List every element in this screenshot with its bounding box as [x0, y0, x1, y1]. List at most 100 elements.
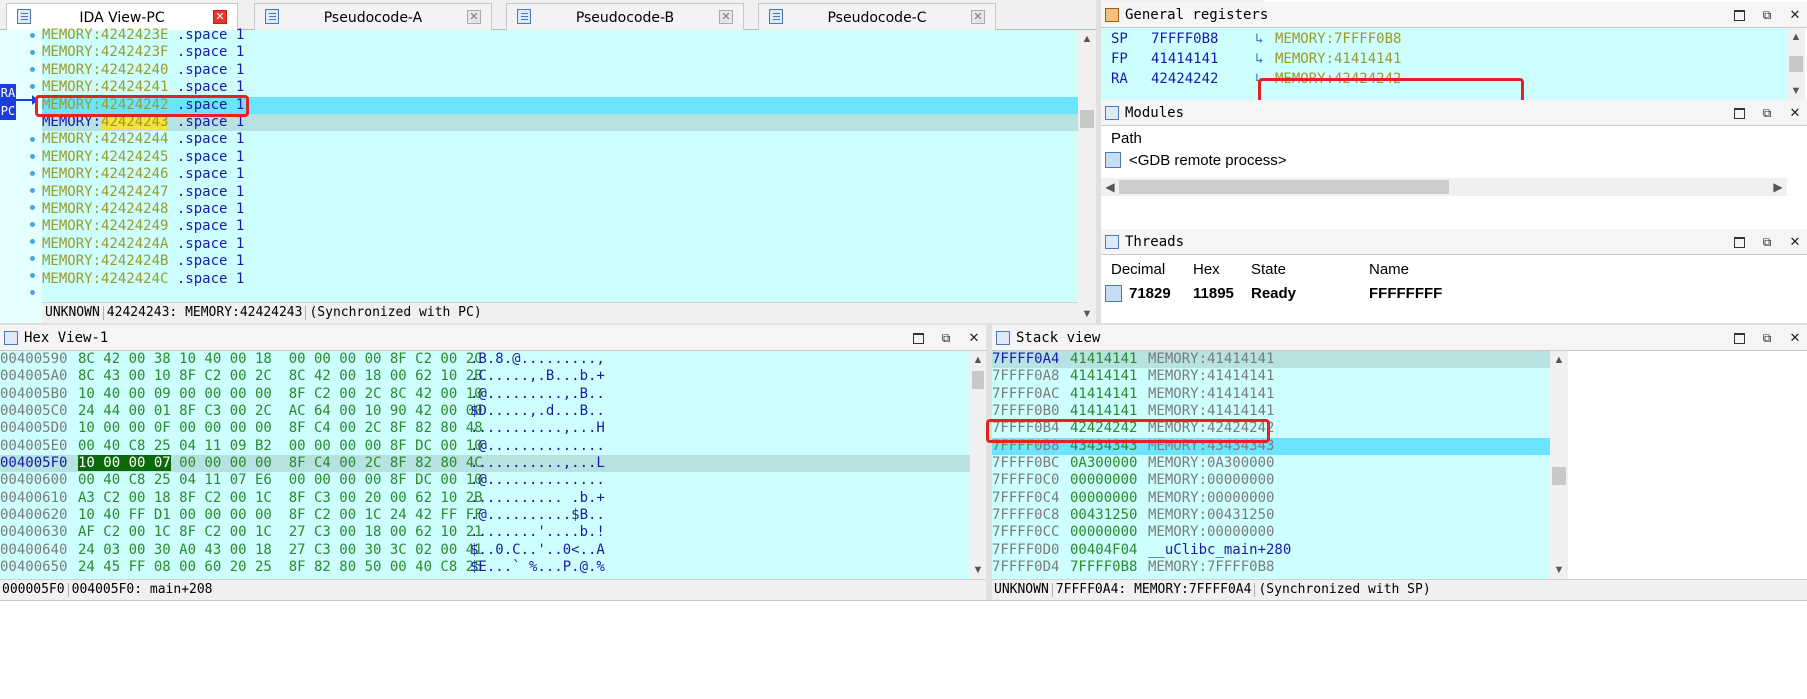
close-tab-icon[interactable]: ✕: [719, 10, 733, 24]
stack-target[interactable]: MEMORY:41414141: [1148, 351, 1274, 368]
stack-listing[interactable]: 7FFFF0A4 41414141 MEMORY:41414141 7FFFF0A8…: [992, 351, 1550, 579]
listing-row[interactable]: MEMORY:4242423F .space 1: [42, 44, 1078, 61]
float-window-icon[interactable]: [938, 329, 954, 347]
stack-row[interactable]: 7FFFF0D0 00404F04 __uClibc_main+280: [992, 542, 1550, 559]
register-target[interactable]: MEMORY:42424242: [1275, 71, 1401, 87]
thread-name[interactable]: FFFFFFFF: [1369, 285, 1442, 302]
listing-row[interactable]: MEMORY:4242424A .space 1: [42, 236, 1078, 253]
stack-row-current-sp[interactable]: 7FFFF0B8 43434343 MEMORY:43434343: [992, 438, 1550, 456]
close-icon[interactable]: [1787, 6, 1803, 24]
close-tab-icon[interactable]: ✕: [213, 10, 227, 24]
scroll-right-icon[interactable]: ▶: [1769, 178, 1787, 196]
scroll-thumb[interactable]: [1552, 467, 1566, 485]
listing-row-current-pc[interactable]: MEMORY:42424242 .space 1: [42, 97, 1078, 114]
stack-target[interactable]: MEMORY:41414141: [1148, 386, 1274, 403]
stack-target[interactable]: MEMORY:41414141: [1148, 368, 1274, 385]
stack-target[interactable]: MEMORY:00000000: [1148, 490, 1274, 507]
thread-hex[interactable]: 11895: [1193, 285, 1234, 302]
stack-row[interactable]: 7FFFF0B4 42424242 MEMORY:42424242: [992, 420, 1550, 437]
breakpoint-dot-icon[interactable]: [30, 256, 35, 261]
hex-dump[interactable]: 00400590 8C 42 00 38 10 40 00 18 00 00 00…: [0, 351, 970, 579]
hex-ascii[interactable]: .@..............: [470, 438, 605, 455]
ida-view-listing[interactable]: MEMORY:4242423E .space 1 MEMORY:4242423F…: [42, 27, 1078, 302]
stack-target[interactable]: MEMORY:41414141: [1148, 403, 1274, 420]
breakpoint-dot-icon[interactable]: [30, 239, 35, 244]
listing-row[interactable]: MEMORY:42424247 .space 1: [42, 184, 1078, 201]
scroll-up-icon[interactable]: ▲: [1550, 351, 1568, 369]
listing-row[interactable]: MEMORY:42424246 .space 1: [42, 166, 1078, 183]
listing-row[interactable]: MEMORY:42424245 .space 1: [42, 149, 1078, 166]
hex-ascii[interactable]: ........... .b.+: [470, 490, 605, 507]
scroll-thumb[interactable]: [1119, 180, 1449, 194]
hex-ascii[interactable]: .@..........$B..: [470, 507, 605, 524]
stack-target[interactable]: MEMORY:42424242: [1148, 420, 1274, 437]
scroll-thumb[interactable]: [1789, 56, 1803, 72]
float-window-icon[interactable]: [1759, 104, 1775, 122]
hex-bytes[interactable]: 00 40 C8 25 04 11 07 E6 00 00 00 00 8F D…: [78, 472, 483, 489]
stack-row[interactable]: 7FFFF0C8 00431250 MEMORY:00431250: [992, 507, 1550, 524]
stack-row[interactable]: 7FFFF0A8 41414141 MEMORY:41414141: [992, 368, 1550, 385]
hex-ascii[interactable]: ...........,...H: [470, 420, 605, 437]
hex-ascii[interactable]: ...........,...L: [470, 455, 605, 472]
hex-ascii[interactable]: ........'....b.!: [470, 524, 605, 541]
listing-row[interactable]: MEMORY:42424240 .space 1: [42, 62, 1078, 79]
breakpoint-dot-icon[interactable]: [30, 154, 35, 159]
hex-row[interactable]: 00400610 A3 C2 00 18 8F C2 00 1C 8F C3 00…: [0, 490, 970, 507]
hex-bytes[interactable]: A3 C2 00 18 8F C2 00 1C 8F C3 00 20 00 6…: [78, 490, 483, 507]
hex-row[interactable]: 004005B0 10 40 00 09 00 00 00 00 8F C2 00…: [0, 386, 970, 403]
hex-ascii[interactable]: $..0.C..'..0<..A: [470, 542, 605, 559]
maximize-icon[interactable]: [1731, 6, 1747, 24]
hex-ascii[interactable]: $E...` %...P.@.%: [470, 559, 605, 576]
hex-bytes[interactable]: 10 00 00 0F 00 00 00 00 8F C4 00 2C 8F 8…: [78, 420, 483, 437]
close-tab-icon[interactable]: ✕: [467, 10, 481, 24]
listing-row[interactable]: MEMORY:42424249 .space 1: [42, 218, 1078, 235]
float-window-icon[interactable]: [1759, 233, 1775, 251]
maximize-icon[interactable]: [1731, 104, 1747, 122]
breakpoint-dot-icon[interactable]: [30, 67, 35, 72]
registers-list[interactable]: SP 7FFFF0B8 ↳ MEMORY:7FFFF0B8 FP 41414141 ↳ ME…: [1101, 28, 1787, 100]
maximize-icon[interactable]: [1731, 329, 1747, 347]
close-icon[interactable]: [966, 329, 982, 347]
thread-decimal[interactable]: 71829: [1129, 285, 1171, 302]
modules-horizontal-scrollbar[interactable]: ◀ ▶: [1101, 178, 1787, 196]
breakpoint-dot-icon[interactable]: [30, 222, 35, 227]
scroll-thumb[interactable]: [972, 371, 984, 389]
hex-bytes[interactable]: 00 40 C8 25 04 11 09 B2 00 00 00 00 8F D…: [78, 438, 483, 455]
stack-row[interactable]: 7FFFF0CC 00000000 MEMORY:00000000: [992, 524, 1550, 541]
hex-row-selected[interactable]: 004005F0 10 00 00 07 00 00 00 00 8F C4 00…: [0, 455, 970, 473]
hex-bytes[interactable]: 00 00 00 00 8F C4 00 2C 8F 82 80 4C: [171, 455, 482, 471]
hex-row[interactable]: 004005A0 8C 43 00 10 8F C2 00 2C 8C 42 00…: [0, 368, 970, 385]
tab-pseudocode-c[interactable]: Pseudocode-C ✕: [758, 3, 996, 30]
breakpoint-dot-icon[interactable]: [30, 290, 35, 295]
stack-row[interactable]: 7FFFF0D4 7FFFF0B8 MEMORY:7FFFF0B8: [992, 559, 1550, 576]
threads-column-state[interactable]: State: [1251, 261, 1286, 278]
breakpoint-dot-icon[interactable]: [30, 33, 35, 38]
listing-row[interactable]: MEMORY:42424248 .space 1: [42, 201, 1078, 218]
hex-bytes[interactable]: 10 40 FF D1 00 00 00 00 8F C2 00 1C 24 4…: [78, 507, 483, 524]
breakpoint-dot-icon[interactable]: [30, 171, 35, 176]
hex-row[interactable]: 00400640 24 03 00 30 A0 43 00 18 27 C3 00…: [0, 542, 970, 559]
stack-target[interactable]: MEMORY:00000000: [1148, 472, 1274, 489]
scroll-thumb[interactable]: [1080, 110, 1094, 128]
stack-row-selected[interactable]: 7FFFF0A4 41414141 MEMORY:41414141: [992, 351, 1550, 369]
register-target[interactable]: MEMORY:7FFFF0B8: [1275, 31, 1401, 47]
hex-row[interactable]: 004005D0 10 00 00 0F 00 00 00 00 8F C4 00…: [0, 420, 970, 437]
close-icon[interactable]: [1787, 233, 1803, 251]
modules-column-path[interactable]: Path: [1111, 130, 1142, 147]
stack-target-symbol[interactable]: __uClibc_main+280: [1148, 542, 1291, 559]
hex-row[interactable]: 00400620 10 40 FF D1 00 00 00 00 8F C2 00…: [0, 507, 970, 524]
module-row[interactable]: <GDB remote process>: [1101, 148, 1787, 172]
scroll-up-icon[interactable]: ▲: [1078, 30, 1096, 48]
hex-bytes-highlighted[interactable]: 10 00 00 07: [78, 455, 171, 471]
hex-bytes[interactable]: 24 44 00 01 8F C3 00 2C AC 64 00 10 90 4…: [78, 403, 483, 420]
maximize-icon[interactable]: [1731, 233, 1747, 251]
hex-bytes[interactable]: 8C 43 00 10 8F C2 00 2C 8C 42 00 18 00 6…: [78, 368, 483, 385]
breakpoint-dot-icon[interactable]: [30, 84, 35, 89]
scroll-up-icon[interactable]: ▲: [970, 351, 986, 369]
close-icon[interactable]: [1787, 104, 1803, 122]
hex-ascii[interactable]: .@.........,.B..: [470, 386, 605, 403]
hex-row[interactable]: 00400590 8C 42 00 38 10 40 00 18 00 00 00…: [0, 351, 970, 368]
scroll-down-icon[interactable]: ▼: [1078, 305, 1096, 323]
stack-target[interactable]: MEMORY:7FFFF0B8: [1148, 559, 1274, 576]
float-window-icon[interactable]: [1759, 329, 1775, 347]
